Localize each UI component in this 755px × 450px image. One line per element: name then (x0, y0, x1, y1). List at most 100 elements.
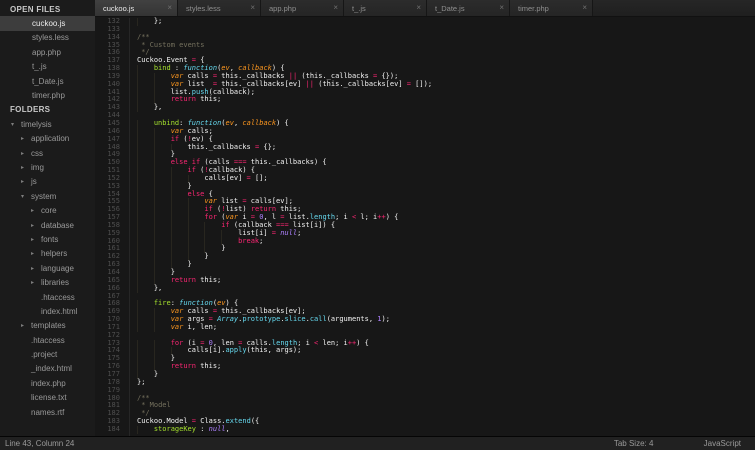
tree-item-fonts[interactable]: ▸fonts (0, 232, 95, 246)
close-icon[interactable]: × (247, 4, 255, 12)
tree-item-core[interactable]: ▸core (0, 203, 95, 217)
tab-t_.js[interactable]: t_.js× (344, 0, 427, 16)
code-line[interactable]: calls[ev] = []; (137, 175, 755, 183)
code-line[interactable]: var i, len; (137, 324, 755, 332)
open-files-list: cuckoo.jsstyles.lessapp.phpt_.jst_Date.j… (0, 16, 95, 102)
triangle-right-icon[interactable]: ▸ (21, 135, 31, 142)
code-line[interactable]: var args = Array.prototype.slice.call(ar… (137, 316, 755, 324)
tree-item-license.txt[interactable]: license.txt (0, 391, 95, 405)
code-line[interactable]: }; (137, 18, 755, 26)
tree-item-names.rtf[interactable]: names.rtf (0, 405, 95, 419)
language-indicator[interactable]: JavaScript (704, 439, 741, 448)
triangle-right-icon[interactable]: ▸ (31, 265, 41, 272)
tree-item-index.php[interactable]: index.php (0, 376, 95, 390)
tree-item-_index.html[interactable]: _index.html (0, 362, 95, 376)
token: return (171, 362, 196, 370)
tab-t_Date.js[interactable]: t_Date.js× (427, 0, 510, 16)
code-line[interactable]: */ (137, 49, 755, 57)
indent-guide (171, 198, 188, 206)
tree-item-index.html[interactable]: index.html (0, 304, 95, 318)
code-line[interactable]: break; (137, 238, 755, 246)
code-line[interactable]: return this; (137, 96, 755, 104)
tab-bar: cuckoo.js×styles.less×app.php×t_.js×t_Da… (95, 0, 755, 17)
close-icon[interactable]: × (579, 4, 587, 12)
code-line[interactable] (137, 26, 755, 34)
indent-guide (154, 355, 171, 363)
code-line[interactable]: unbind: function(ev, callback) { (137, 120, 755, 128)
code-line[interactable]: }, (137, 285, 755, 293)
code-line[interactable]: /** (137, 395, 755, 403)
tab-styles.less[interactable]: styles.less× (178, 0, 261, 16)
triangle-right-icon[interactable]: ▸ (21, 322, 31, 329)
tree-item-libraries[interactable]: ▸libraries (0, 275, 95, 289)
code-line[interactable]: if (callback === list[i]) { (137, 222, 755, 230)
open-file-timer.php[interactable]: timer.php (0, 88, 95, 102)
token: ev (217, 299, 225, 307)
code-line[interactable]: } (137, 261, 755, 269)
code-line[interactable] (137, 387, 755, 395)
tree-item-.htaccess[interactable]: .htaccess (0, 333, 95, 347)
tree-item-img[interactable]: ▸img (0, 160, 95, 174)
code-line[interactable]: } (137, 269, 755, 277)
tree-item-application[interactable]: ▸application (0, 132, 95, 146)
tree-item-label: database (41, 221, 74, 230)
code-line[interactable]: var calls; (137, 128, 755, 136)
tab-timer.php[interactable]: timer.php× (510, 0, 593, 16)
close-icon[interactable]: × (413, 4, 421, 12)
indent-guide (171, 191, 188, 199)
tree-item-.project[interactable]: .project (0, 347, 95, 361)
code-line[interactable]: * Model (137, 402, 755, 410)
open-file-t_Date.js[interactable]: t_Date.js (0, 74, 95, 88)
indent-guide (137, 151, 154, 159)
tab-cuckoo.js[interactable]: cuckoo.js× (95, 0, 178, 16)
code-line[interactable]: list.push(callback); (137, 89, 755, 97)
triangle-right-icon[interactable]: ▸ (31, 279, 41, 286)
code-line[interactable]: list[i] = null; (137, 230, 755, 238)
code-line[interactable]: } (137, 245, 755, 253)
triangle-right-icon[interactable]: ▸ (21, 164, 31, 171)
tree-item-system[interactable]: ▾system (0, 189, 95, 203)
token: || (306, 80, 314, 88)
code-line[interactable]: } (137, 371, 755, 379)
triangle-right-icon[interactable]: ▸ (21, 150, 31, 157)
tree-item-language[interactable]: ▸language (0, 261, 95, 275)
code-line[interactable]: calls[i].apply(this, args); (137, 347, 755, 355)
indent-guide (188, 222, 205, 230)
open-file-cuckoo.js[interactable]: cuckoo.js (0, 16, 95, 30)
open-file-styles.less[interactable]: styles.less (0, 31, 95, 45)
triangle-right-icon[interactable]: ▸ (31, 222, 41, 229)
code-line[interactable]: storageKey : null, (137, 426, 755, 434)
close-icon[interactable]: × (496, 4, 504, 12)
tree-item-templates[interactable]: ▸templates (0, 319, 95, 333)
open-file-app.php[interactable]: app.php (0, 45, 95, 59)
triangle-right-icon[interactable]: ▸ (31, 250, 41, 257)
tab-size-indicator[interactable]: Tab Size: 4 (614, 439, 654, 448)
tree-item-.htaccess[interactable]: .htaccess (0, 290, 95, 304)
code-line[interactable]: } (137, 355, 755, 363)
triangle-down-icon[interactable]: ▾ (11, 121, 21, 128)
code-line[interactable]: }, (137, 104, 755, 112)
tree-item-helpers[interactable]: ▸helpers (0, 247, 95, 261)
code-line[interactable]: } (137, 183, 755, 191)
code-line[interactable]: return this; (137, 363, 755, 371)
tree-item-database[interactable]: ▸database (0, 218, 95, 232)
code-line[interactable]: this._callbacks = {}; (137, 144, 755, 152)
editor[interactable]: 1321331341351361371381391401411421431441… (95, 17, 755, 436)
tree-item-timelysis[interactable]: ▾timelysis (0, 117, 95, 131)
code-line[interactable]: * Custom events (137, 42, 755, 50)
code-area[interactable]: };/** * Custom events */Cuckoo.Event = {… (137, 18, 755, 436)
triangle-right-icon[interactable]: ▸ (21, 178, 31, 185)
triangle-down-icon[interactable]: ▾ (21, 193, 31, 200)
code-line[interactable]: } (137, 253, 755, 261)
code-line[interactable]: }; (137, 379, 755, 387)
tab-app.php[interactable]: app.php× (261, 0, 344, 16)
code-line[interactable]: /** (137, 34, 755, 42)
code-line[interactable]: return this; (137, 277, 755, 285)
close-icon[interactable]: × (330, 4, 338, 12)
tree-item-js[interactable]: ▸js (0, 175, 95, 189)
close-icon[interactable]: × (164, 4, 172, 12)
triangle-right-icon[interactable]: ▸ (31, 236, 41, 243)
tree-item-css[interactable]: ▸css (0, 146, 95, 160)
open-file-t_.js[interactable]: t_.js (0, 60, 95, 74)
triangle-right-icon[interactable]: ▸ (31, 207, 41, 214)
